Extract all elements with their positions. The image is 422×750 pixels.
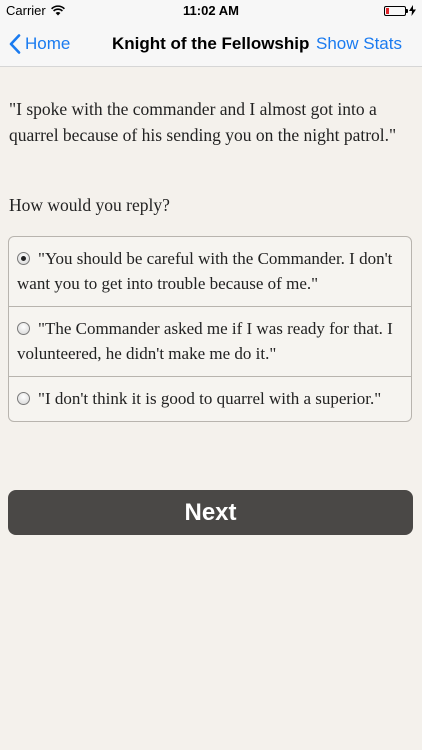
back-button[interactable]: Home [9, 22, 70, 66]
reply-option-text: "I don't think it is good to quarrel wit… [38, 389, 382, 408]
radio-button[interactable] [17, 322, 30, 335]
status-right [384, 5, 416, 16]
battery-fill [386, 7, 389, 14]
reply-option-text: "The Commander asked me if I was ready f… [17, 319, 393, 363]
show-stats-button[interactable]: Show Stats [316, 22, 402, 66]
page-title: Knight of the Fellowship [112, 34, 310, 53]
back-button-label: Home [25, 34, 71, 53]
chevron-left-icon [9, 34, 21, 54]
battery-icon [384, 5, 408, 16]
status-bar: Carrier 11:02 AM [0, 0, 422, 22]
reply-option-text: "You should be careful with the Commande… [17, 249, 393, 293]
reply-prompt: How would you reply? [9, 195, 170, 215]
reply-options: "You should be careful with the Commande… [8, 236, 412, 422]
navigation-bar: Home Knight of the Fellowship Show Stats [0, 22, 422, 67]
status-time: 11:02 AM [183, 3, 239, 18]
reply-option-1[interactable]: "You should be careful with the Commande… [9, 237, 411, 307]
reply-option-2[interactable]: "The Commander asked me if I was ready f… [9, 307, 411, 377]
next-button[interactable]: Next [8, 490, 413, 535]
reply-option-3[interactable]: "I don't think it is good to quarrel wit… [9, 377, 411, 421]
story-text: "I spoke with the commander and I almost… [9, 99, 397, 145]
bolt-icon [409, 5, 416, 16]
radio-button[interactable] [17, 392, 30, 405]
radio-button[interactable] [17, 252, 30, 265]
